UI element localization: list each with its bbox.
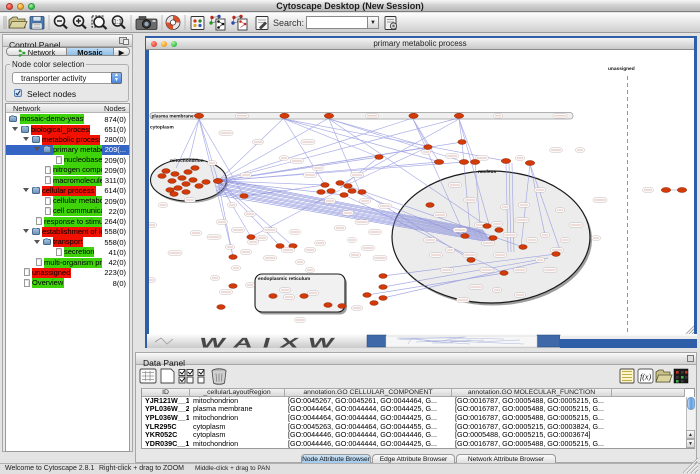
svg-text:cytoplasm: cytoplasm [150, 125, 174, 131]
svg-text:endoplasmic reticulum: endoplasmic reticulum [258, 276, 310, 282]
svg-text:plasma membrane: plasma membrane [152, 114, 194, 120]
svg-text:unassigned: unassigned [608, 66, 635, 72]
svg-text:WAIXW: WAIXW [198, 335, 346, 348]
svg-text:mitochondrion: mitochondrion [170, 158, 204, 164]
svg-text:nucleus: nucleus [478, 169, 496, 175]
svg-text:f(x): f(x) [640, 373, 651, 382]
